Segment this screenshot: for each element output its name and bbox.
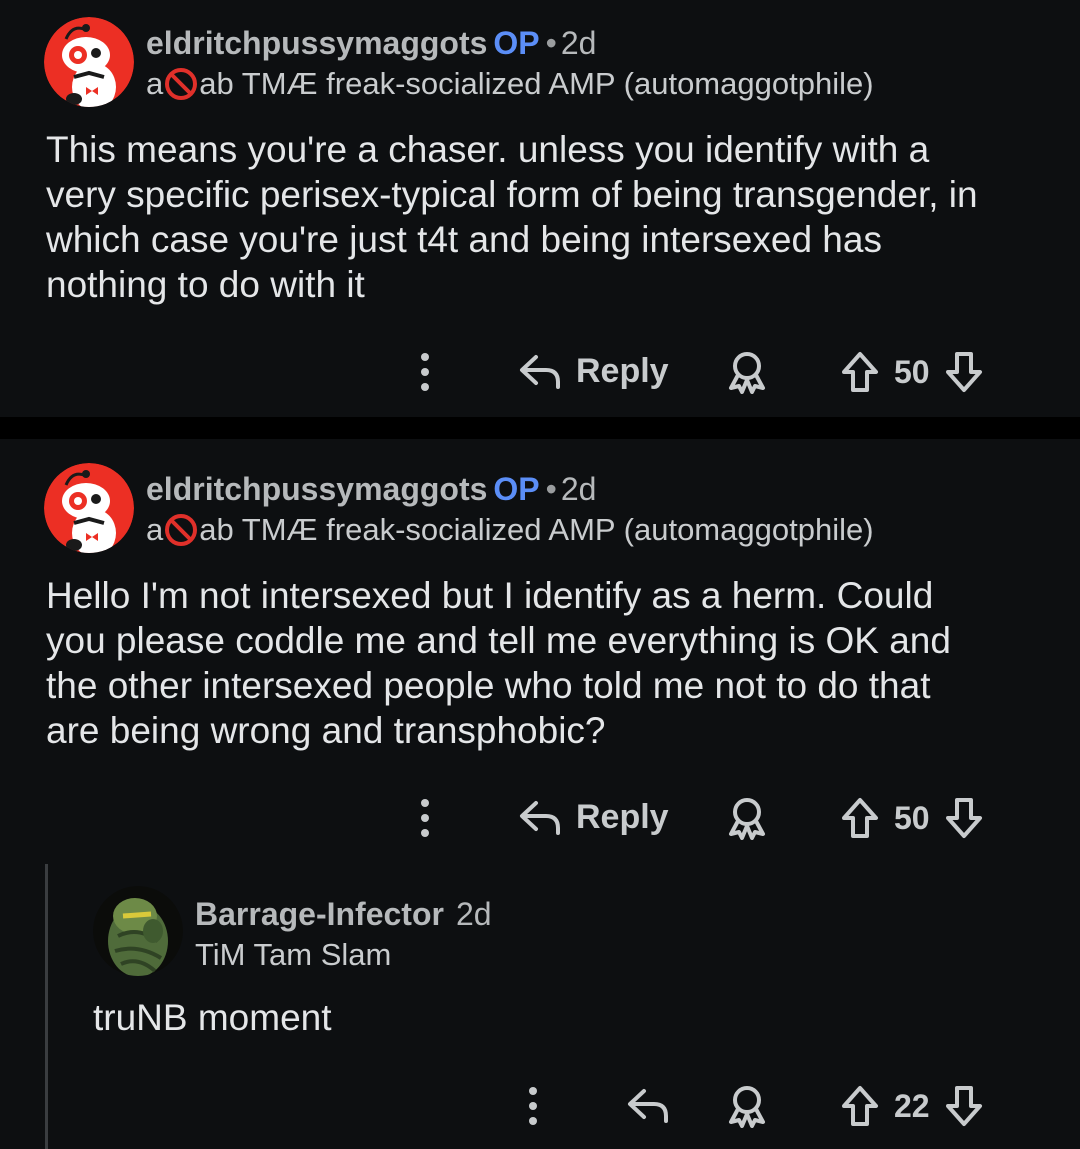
downvote-arrow-icon[interactable]	[944, 350, 984, 394]
reply-button[interactable]: Reply	[518, 797, 669, 837]
more-options-button[interactable]	[523, 1086, 543, 1126]
body-line: nothing to do with it	[46, 264, 365, 305]
comment-age: 2d	[560, 25, 597, 61]
upvote-arrow-icon[interactable]	[840, 1084, 880, 1128]
vote-controls: 50	[840, 350, 984, 394]
flair-prefix: a	[146, 66, 164, 101]
more-options-button[interactable]	[415, 352, 435, 392]
avatar[interactable]	[44, 463, 134, 553]
body-line: you please coddle me and tell me everyth…	[46, 620, 951, 661]
comment-body: Hello I'm not intersexed but I identify …	[46, 573, 951, 753]
snoo-avatar-icon	[44, 17, 134, 107]
separator-dot: •	[545, 25, 557, 61]
upvote-arrow-icon[interactable]	[840, 350, 880, 394]
upvote-arrow-icon[interactable]	[840, 796, 880, 840]
comment-body: This means you're a chaser. unless you i…	[46, 127, 978, 307]
username[interactable]: eldritchpussymaggots	[146, 471, 487, 507]
prohibited-icon	[164, 67, 198, 101]
prohibited-icon	[164, 513, 198, 547]
vote-score: 22	[894, 1087, 930, 1124]
body-line: This means you're a chaser. unless you i…	[46, 129, 930, 170]
flair-text: ab TMÆ freak-socialized AMP (automaggotp…	[199, 512, 874, 547]
vote-controls: 50	[840, 796, 984, 840]
vertical-dots-icon	[415, 798, 435, 838]
award-button[interactable]	[725, 350, 769, 394]
body-line: which case you're just t4t and being int…	[46, 219, 882, 260]
reply-button[interactable]: Reply	[518, 351, 669, 391]
comment-header: Barrage-Infector 2d TiM Tam Slam	[93, 886, 492, 976]
snoo-avatar-icon	[44, 463, 134, 553]
reply-arrow-icon	[626, 1085, 670, 1125]
comment-age: 2d	[455, 896, 492, 932]
award-icon	[725, 350, 769, 394]
comment-divider	[0, 417, 1080, 439]
reply-label: Reply	[576, 797, 669, 836]
comment-meta: eldritchpussymaggots OP • 2d a ab TMÆ freak-…	[146, 463, 874, 551]
award-button[interactable]	[725, 1084, 769, 1128]
vote-score: 50	[894, 799, 930, 836]
more-options-button[interactable]	[415, 798, 435, 838]
body-line: are being wrong and transphobic?	[46, 710, 606, 751]
comment-meta: eldritchpussymaggots OP • 2d a ab TMÆ freak-…	[146, 17, 874, 105]
body-line: truNB moment	[93, 997, 332, 1038]
username[interactable]: eldritchpussymaggots	[146, 25, 487, 61]
username[interactable]: Barrage-Infector	[195, 896, 444, 932]
body-line: the other intersexed people who told me …	[46, 665, 931, 706]
flair-prefix: a	[146, 512, 164, 547]
creature-avatar-icon	[93, 886, 183, 976]
comment-reply: Barrage-Infector 2d TiM Tam Slam truNB mo…	[50, 880, 1080, 1149]
comment-age: 2d	[560, 471, 597, 507]
user-flair: a ab TMÆ freak-socialized AMP (automaggot…	[146, 63, 874, 105]
comment-header: eldritchpussymaggots OP • 2d a ab TMÆ freak-…	[44, 463, 874, 553]
comment-body: truNB moment	[93, 995, 332, 1040]
flair-text: ab TMÆ freak-socialized AMP (automaggotp…	[199, 66, 874, 101]
vote-controls: 22	[840, 1084, 984, 1128]
reply-arrow-icon	[518, 351, 562, 391]
vote-score: 50	[894, 353, 930, 390]
award-button[interactable]	[725, 796, 769, 840]
vertical-dots-icon	[415, 352, 435, 392]
body-line: very specific perisex-typical form of be…	[46, 174, 978, 215]
user-flair: TiM Tam Slam	[195, 934, 492, 976]
reply-label: Reply	[576, 351, 669, 390]
body-line: Hello I'm not intersexed but I identify …	[46, 575, 934, 616]
op-badge: OP	[493, 25, 540, 61]
vertical-dots-icon	[523, 1086, 543, 1126]
downvote-arrow-icon[interactable]	[944, 796, 984, 840]
separator-dot: •	[545, 471, 557, 507]
comment-header: eldritchpussymaggots OP • 2d a ab TMÆ freak-…	[44, 17, 874, 107]
award-icon	[725, 1084, 769, 1128]
flair-text: TiM Tam Slam	[195, 937, 392, 972]
reply-arrow-icon	[518, 797, 562, 837]
comment-meta: Barrage-Infector 2d TiM Tam Slam	[195, 886, 492, 976]
thread-line[interactable]	[45, 864, 48, 1149]
user-flair: a ab TMÆ freak-socialized AMP (automaggot…	[146, 509, 874, 551]
avatar[interactable]	[44, 17, 134, 107]
avatar[interactable]	[93, 886, 183, 976]
reply-button[interactable]	[626, 1085, 670, 1125]
downvote-arrow-icon[interactable]	[944, 1084, 984, 1128]
award-icon	[725, 796, 769, 840]
comment-1: eldritchpussymaggots OP • 2d a ab TMÆ freak-…	[0, 0, 1080, 417]
op-badge: OP	[493, 471, 540, 507]
